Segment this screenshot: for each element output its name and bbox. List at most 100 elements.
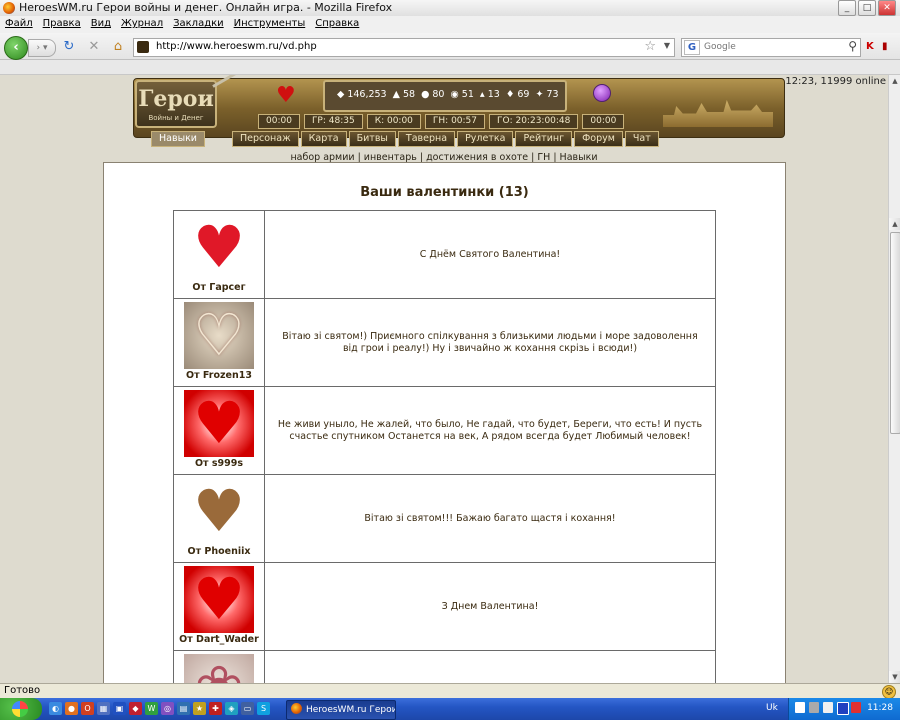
online-counter: 12:23, 11999 online [785,76,886,87]
language-indicator[interactable]: Uk [766,703,778,713]
menu-bookmarks[interactable]: Закладки [168,16,229,29]
valentine-message: З Днем Валентина! [264,562,716,651]
volume-icon[interactable] [823,702,833,713]
resource-sulfur: 13 [487,89,500,100]
skype-quicklaunch-icon[interactable]: S [257,702,270,715]
maximize-button[interactable]: □ [858,0,876,16]
valentine-sender: От Dart_Wader [179,634,259,645]
scroll-thumb[interactable] [890,232,900,434]
wreath-heart-image[interactable]: ♡ [184,302,254,369]
nav-skills[interactable]: Навыки [151,131,205,147]
quicklaunch-icon[interactable]: ◆ [129,702,142,715]
google-engine-icon[interactable]: G [684,40,700,55]
brown-heart-image[interactable]: ♥ [184,478,254,545]
reload-icon[interactable]: ↻ [61,39,77,55]
valentine-sender: От Гарсег [192,282,246,293]
page-scrollbar[interactable]: ▲ ▲ ▼ [888,75,900,683]
timer-go: ГО: 20:23:00:48 [489,114,579,129]
red-heart-image[interactable]: ♥ [184,390,254,457]
back-button[interactable]: ‹ [4,36,28,60]
valentines-table: ♥ От Гарсег С Днём Святого Валентина! ♡ … [173,210,716,683]
taskbar-firefox-task[interactable]: HeroesWM.ru Герои... [286,700,396,720]
status-text: Готово [4,685,41,696]
potion-icon[interactable] [593,84,611,102]
scroll-up-icon[interactable]: ▲ [889,75,900,87]
valentine-card: ♡ От Frozen13 [173,298,265,387]
scroll-down-icon[interactable]: ▼ [889,671,900,683]
valentines-panel: Ваши валентинки (13) ♥ От Гарсег С Днём … [103,162,786,683]
timer-gn: ГН: 00:57 [424,114,486,129]
quicklaunch-icon[interactable]: ✚ [209,702,222,715]
game-logo[interactable]: Герои Войны и Денег [135,80,217,128]
menu-help[interactable]: Справка [310,16,364,29]
url-bar[interactable]: http://www.heroeswm.ru/vd.php ☆ ▼ [133,38,675,57]
valentine-card: ♥ От Гарсег [173,210,265,299]
resource-wood: 58 [402,89,416,100]
flowers-image[interactable]: ❀ [184,654,254,683]
resource-ore: 80 [432,89,445,100]
menu-view[interactable]: Вид [86,16,116,29]
menu-file[interactable]: Файл [0,16,38,29]
search-input[interactable] [704,40,839,53]
firefox-icon [291,703,302,714]
smiley-icon[interactable]: ☺ [882,685,896,699]
quicklaunch-icon[interactable]: ▣ [113,702,126,715]
quicklaunch-icon[interactable]: ◐ [49,702,62,715]
table-row: ♡ От Frozen13 Вітаю зі святом!) Приємног… [173,298,716,387]
forward-button[interactable]: › ▾ [28,39,56,57]
nav-battles[interactable]: Битвы [348,131,396,147]
system-tray: 11:28 [788,698,900,720]
valentine-message: Не живи уныло, Не жалей, что было, Не га… [264,386,716,475]
quicklaunch-icon[interactable]: ▭ [241,702,254,715]
tray-icon[interactable] [795,702,805,713]
home-icon[interactable]: ⌂ [110,39,126,55]
tray-icon[interactable] [851,702,861,713]
search-bar[interactable]: G ⚲ [681,38,861,57]
firefox-quicklaunch-icon[interactable]: ● [65,702,78,715]
nav-forum[interactable]: Форум [574,131,623,147]
quicklaunch-icon[interactable]: ★ [193,702,206,715]
red-heart-image[interactable]: ♥ [184,566,254,633]
valentine-message [264,650,716,683]
timer-k: К: 00:00 [366,114,421,129]
opera-quicklaunch-icon[interactable]: O [81,702,94,715]
wood-icon: ▲ [392,89,400,100]
heart-icon[interactable]: ♥ [276,83,296,108]
sulfur-icon: ▴ [479,89,485,100]
quicklaunch-icon[interactable]: ◈ [225,702,238,715]
search-icon[interactable]: ⚲ [848,39,857,53]
minimize-button[interactable]: _ [838,0,856,16]
menu-history[interactable]: Журнал [116,16,168,29]
cupid-heart-image[interactable]: ♥ [184,214,254,281]
task-label: HeroesWM.ru Герои... [306,705,395,715]
bookmark-star-icon[interactable]: ☆ [644,39,656,54]
url-text[interactable]: http://www.heroeswm.ru/vd.php [156,41,317,52]
nav-roulette[interactable]: Рулетка [457,131,514,147]
table-row: ♥ От s999s Не живи уныло, Не жалей, что … [173,386,716,475]
quicklaunch-icon[interactable]: ◎ [161,702,174,715]
nav-rating[interactable]: Рейтинг [515,131,573,147]
quicklaunch-icon[interactable]: ▤ [177,702,190,715]
tray-icon[interactable] [837,702,849,715]
table-row: ❀ [173,650,716,683]
start-button[interactable] [0,698,42,720]
nav-character[interactable]: Персонаж [231,131,299,147]
addon-k-icon[interactable]: K [866,41,874,52]
nav-chat[interactable]: Чат [624,131,659,147]
addon-flag-icon[interactable]: ▮ [882,41,888,52]
tray-icon[interactable] [809,702,819,713]
nav-tavern[interactable]: Таверна [397,131,456,147]
url-dropdown-icon[interactable]: ▼ [664,41,670,50]
close-button[interactable]: ✕ [878,0,896,16]
nav-map[interactable]: Карта [300,131,347,147]
menu-edit[interactable]: Правка [38,16,86,29]
menu-tools[interactable]: Инструменты [229,16,311,29]
stop-icon[interactable]: ✕ [86,39,102,55]
site-favicon-icon [137,41,149,53]
scroll-up-icon[interactable]: ▲ [889,218,900,230]
bookmarks-toolbar [0,60,900,75]
valentine-sender: От s999s [194,458,244,469]
quicklaunch-icon[interactable]: W [145,702,158,715]
quicklaunch-icon[interactable]: ▦ [97,702,110,715]
menu-bar: Файл Правка Вид Журнал Закладки Инструменты Сп… [0,16,900,33]
